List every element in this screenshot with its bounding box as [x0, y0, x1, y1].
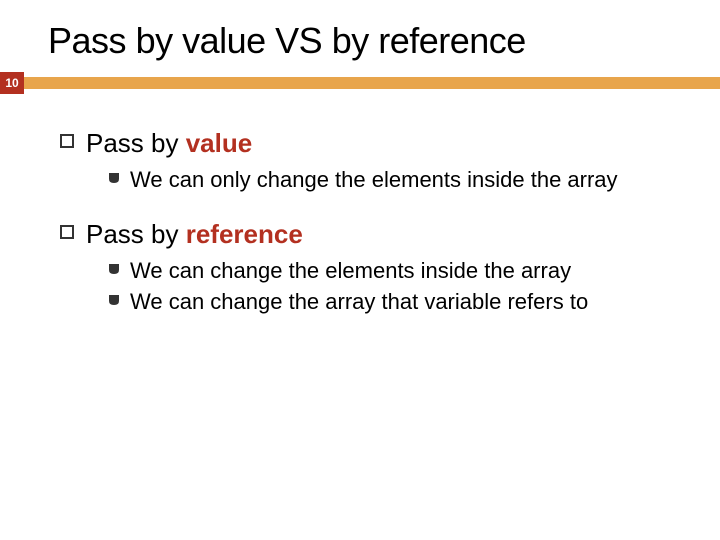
- sub-bullets: We can only change the elements inside t…: [108, 165, 688, 195]
- square-bullet-icon: [60, 225, 74, 239]
- accent-bar-row: 10: [0, 72, 720, 94]
- square-bullet-icon: [60, 134, 74, 148]
- title-plain-1: by value: [136, 20, 276, 61]
- bullet-level1: Pass by value: [60, 128, 688, 159]
- bullet-text-accent: value: [186, 128, 253, 158]
- slide-title: Pass by value VS by reference: [0, 0, 720, 72]
- shield-bullet-icon: [108, 263, 120, 275]
- sub-bullets: We can change the elements inside the ar…: [108, 256, 688, 317]
- sub-bullet-text: We can change the array that variable re…: [130, 287, 588, 317]
- title-prefix-1: Pass: [48, 20, 126, 61]
- bullet-text-plain: Pass by: [86, 128, 186, 158]
- bullet-text: Pass by value: [86, 128, 252, 159]
- slide: Pass by value VS by reference 10 Pass by…: [0, 0, 720, 540]
- shield-bullet-icon: [108, 172, 120, 184]
- title-plain-3: by reference: [332, 20, 526, 61]
- bullet-text-accent: reference: [186, 219, 303, 249]
- title-plain-2: VS: [275, 20, 322, 61]
- page-number-badge: 10: [0, 72, 24, 94]
- sub-bullet-text: We can only change the elements inside t…: [130, 165, 618, 195]
- shield-bullet-icon: [108, 294, 120, 306]
- content-area: Pass by value We can only change the ele…: [0, 94, 720, 317]
- bullet-text-plain: Pass by: [86, 219, 186, 249]
- bullet-text: Pass by reference: [86, 219, 303, 250]
- accent-bar: [24, 77, 720, 89]
- bullet-level2: We can change the elements inside the ar…: [108, 256, 688, 286]
- sub-bullet-text: We can change the elements inside the ar…: [130, 256, 571, 286]
- bullet-level1: Pass by reference: [60, 219, 688, 250]
- bullet-level2: We can change the array that variable re…: [108, 287, 688, 317]
- bullet-level2: We can only change the elements inside t…: [108, 165, 688, 195]
